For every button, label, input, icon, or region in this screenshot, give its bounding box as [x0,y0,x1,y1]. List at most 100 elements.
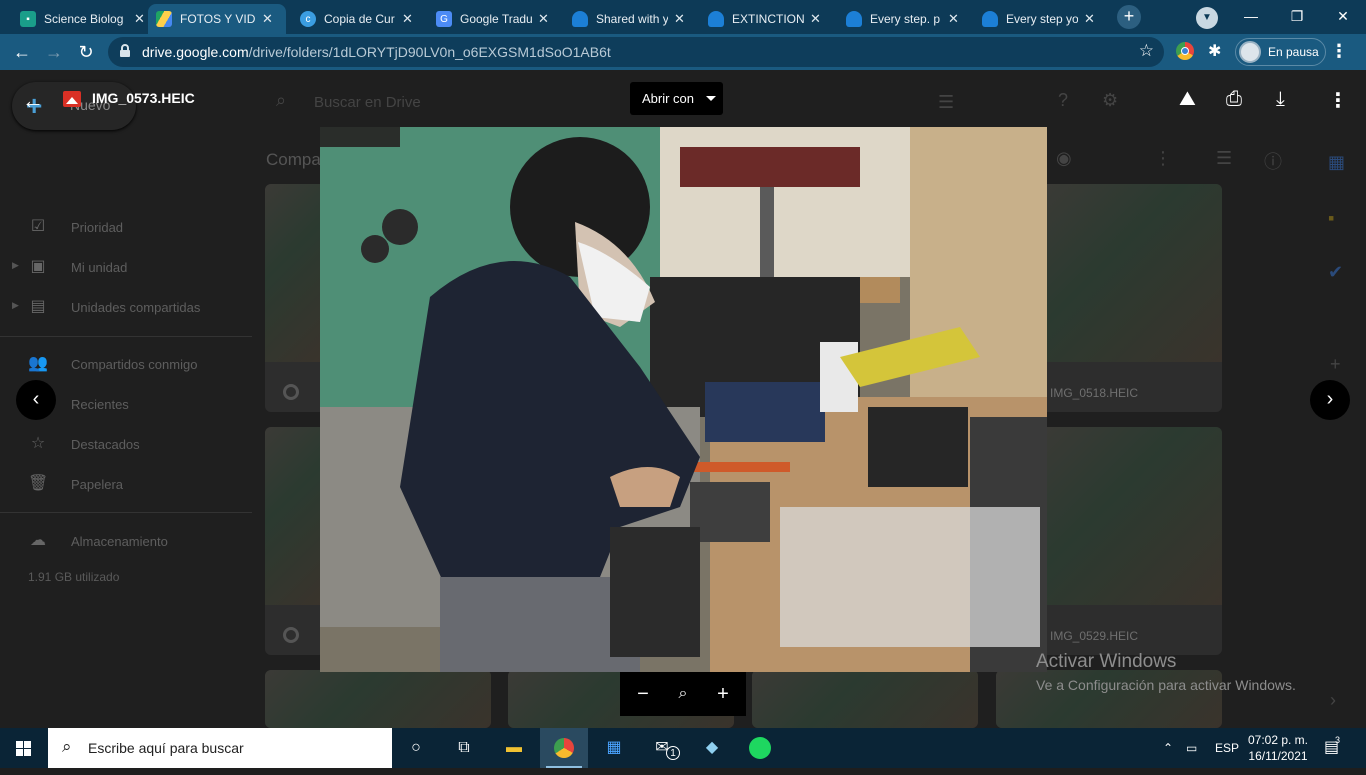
list-view-icon[interactable]: ☰ [1216,148,1232,169]
file-thumbnail[interactable] [265,670,491,728]
close-window-button[interactable]: ✕ [1320,0,1366,34]
sidebar-item-my-drive[interactable]: ▶ ▣ Mi unidad [0,252,250,284]
preview-eye-icon[interactable]: ◉ [1056,148,1072,169]
filter-options-icon[interactable]: ☰ [938,92,954,113]
browser-tab[interactable]: Every step. p ✕ [838,4,967,34]
system-clock[interactable]: 07:02 p. m. 16/11/2021 [1243,732,1313,764]
browser-tab[interactable]: EXTINCTION ✕ [700,4,829,34]
breadcrumb[interactable]: Compa [266,150,321,170]
activate-windows-subtitle: Ve a Configuración para activar Windows. [1036,677,1296,693]
close-icon[interactable]: ✕ [948,11,959,27]
google-translate-icon: G [436,11,452,27]
file-thumbnail[interactable]: IMG_0529.HEIC [1040,427,1222,655]
show-hidden-icons-icon[interactable]: ⌃ [1163,728,1173,768]
close-viewer-arrow-icon[interactable]: ← [22,88,44,114]
close-icon[interactable]: ✕ [674,11,685,27]
taskbar-search-box[interactable]: ⌕ Escribe aquí para buscar [48,728,392,768]
more-options-icon[interactable]: ⋮ [1154,148,1172,169]
tasks-addon-icon[interactable]: ✔ [1328,262,1343,283]
browser-tab[interactable]: c Copia de Cur ✕ [292,4,421,34]
next-image-button[interactable]: › [1310,380,1350,420]
mail-badge: 1 [666,746,680,760]
pen-app-taskbar-icon[interactable]: ◆ [688,728,736,768]
expand-caret-icon[interactable]: ▶ [12,260,19,271]
windows-start-button[interactable] [0,728,48,768]
restore-button[interactable]: ❐ [1274,0,1320,34]
sidebar-label: Unidades compartidas [71,300,201,315]
previous-image-button[interactable]: ‹ [16,380,56,420]
image-file-icon [63,91,81,107]
add-shortcut-icon[interactable]: ⛰ [1179,88,1196,111]
keep-addon-icon[interactable]: ▪ [1328,208,1334,229]
close-icon[interactable]: ✕ [810,11,821,27]
print-icon[interactable]: ⎙ [1226,88,1242,111]
file-thumbnail[interactable] [265,184,325,412]
browser-tab[interactable]: G Google Tradu ✕ [428,4,557,34]
minimize-button[interactable]: — [1228,0,1274,34]
zoom-magnifier-icon[interactable]: ⌕ [670,681,696,707]
browser-tab[interactable]: Shared with y ✕ [564,4,693,34]
add-addon-icon[interactable]: + [1330,354,1341,375]
close-icon[interactable]: ✕ [262,11,273,27]
classroom-icon: ▪ [20,11,36,27]
file-thumbnail[interactable]: IMG_0518.HEIC [1040,184,1222,412]
address-bar[interactable]: drive.google.com/drive/folders/1dLORYTjD… [108,37,1164,67]
zoom-out-button[interactable]: − [630,681,656,707]
forward-arrow-icon[interactable]: → [42,40,66,64]
battery-icon[interactable]: ▭ [1186,728,1197,768]
windows-taskbar: ⌕ Escribe aquí para buscar ○ ⧉ ▬ ▦ ✉ 1 ◆ … [0,728,1366,768]
more-actions-icon[interactable]: ⋮ [1328,88,1348,113]
sidebar-item-shared-with-me[interactable]: 👥 Compartidos conmigo [0,349,250,381]
file-explorer-icon[interactable]: ▬ [490,728,538,768]
download-icon[interactable]: ⤓ [1276,88,1285,111]
sidebar-item-priority[interactable]: ☑ Prioridad [0,212,250,244]
info-icon[interactable]: ⓘ [1264,148,1282,174]
zoom-in-button[interactable]: + [710,681,736,707]
sidebar-label: Recientes [71,397,129,412]
window-controls: — ❐ ✕ [1228,0,1366,34]
bookmark-star-icon[interactable]: ☆ [1139,41,1154,61]
help-icon[interactable]: ? [1058,90,1068,111]
people-icon: 👥 [28,355,48,372]
chrome-extension-icon[interactable] [1176,42,1194,60]
sidebar-item-trash[interactable]: 🗑 Papelera [0,469,250,501]
chrome-taskbar-icon[interactable] [540,728,588,768]
spotify-taskbar-icon[interactable] [736,728,784,768]
sidebar-item-starred[interactable]: ☆ Destacados [0,429,250,461]
close-icon[interactable]: ✕ [538,11,549,27]
new-tab-button[interactable]: + [1117,5,1141,29]
url-text[interactable]: drive.google.com/drive/folders/1dLORYTjD… [142,44,611,60]
browser-tab[interactable]: ▪ Science Biolog ✕ [12,4,153,34]
reload-icon[interactable]: ↻ [74,40,98,64]
calendar-taskbar-icon[interactable]: ▦ [590,728,638,768]
back-arrow-icon[interactable]: ← [10,40,34,64]
browser-tab[interactable]: Every step yo ✕ [974,4,1103,34]
close-icon[interactable]: ✕ [1084,11,1095,27]
mail-taskbar-icon[interactable]: ✉ 1 [638,728,686,768]
sidebar-label: Prioridad [71,220,124,235]
sidebar-item-shared-drives[interactable]: ▶ ▤ Unidades compartidas [0,292,250,324]
onedrive-icon [846,11,862,27]
notification-center-icon[interactable]: ▤ 3 [1324,728,1340,768]
expand-caret-icon[interactable]: ▶ [12,300,19,311]
hide-panel-icon[interactable]: › [1330,690,1336,711]
divider [0,512,252,513]
file-thumbnail[interactable] [752,670,978,728]
close-icon[interactable]: ✕ [402,11,413,27]
settings-gear-icon[interactable]: ⚙ [1102,90,1118,111]
profile-button[interactable]: En pausa [1235,38,1326,66]
browser-tab-active[interactable]: FOTOS Y VIDE ✕ [148,4,286,34]
extensions-puzzle-icon[interactable]: ✱ [1208,41,1221,61]
onedrive-icon [982,11,998,27]
open-with-button[interactable]: Abrir con [630,82,723,115]
drive-search-bar[interactable]: ⌕ Buscar en Drive [264,82,994,122]
tab-search-icon[interactable]: ▼ [1196,7,1218,29]
close-icon[interactable]: ✕ [134,11,145,27]
browser-menu-icon[interactable]: ⋮ [1330,41,1348,62]
task-view-icon[interactable]: ⧉ [440,728,488,768]
file-thumbnail[interactable] [265,427,325,655]
cortana-icon[interactable]: ○ [392,728,440,768]
sidebar-item-storage[interactable]: ☁ Almacenamiento [0,526,250,558]
language-indicator[interactable]: ESP [1215,728,1239,768]
calendar-addon-icon[interactable]: ▦ [1328,152,1345,173]
